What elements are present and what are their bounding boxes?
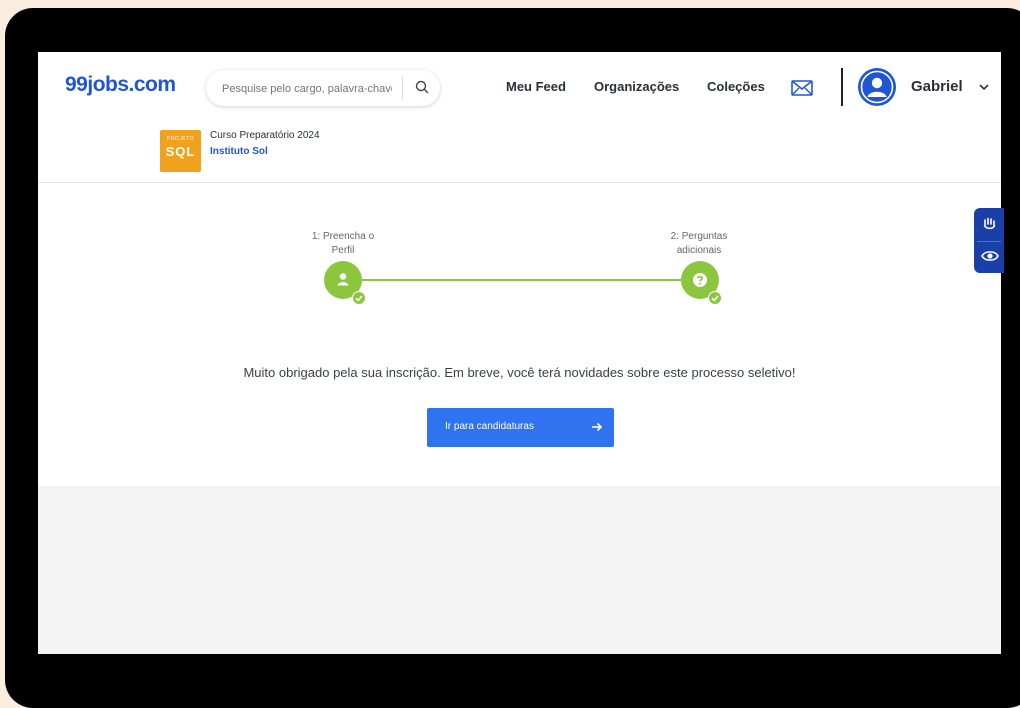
header-divider (841, 68, 843, 106)
step-2-check-icon (708, 291, 722, 305)
step-2-label-line1: 2: Perguntas (670, 231, 728, 242)
search-icon[interactable] (414, 79, 430, 95)
confirmation-message: Muito obrigado pela sua inscrição. Em br… (243, 365, 796, 380)
go-to-applications-button[interactable]: Ir para candidaturas (427, 408, 614, 447)
search-divider (402, 76, 403, 100)
arrow-right-icon (592, 422, 603, 432)
step-2-label: 2: Perguntas adicionais (654, 230, 744, 258)
browser-viewport: 99jobs.com Meu Feed Organizações Coleçõe… (38, 52, 1001, 654)
course-title: Curso Preparatório 2024 (210, 130, 320, 141)
accessibility-divider (977, 241, 1001, 242)
step-1-label-line2: Perfil (331, 245, 355, 256)
nav-colecoes[interactable]: Coleções (707, 79, 765, 94)
accessibility-widget[interactable] (974, 208, 1004, 273)
step-1-check-icon (352, 291, 366, 305)
go-to-applications-label: Ir para candidaturas (445, 421, 534, 432)
question-icon (693, 273, 707, 287)
user-name[interactable]: Gabriel (911, 78, 963, 95)
top-header: 99jobs.com Meu Feed Organizações Coleçõe… (38, 52, 1001, 183)
course-logo-small-text: PROJETO (166, 136, 195, 142)
search-input[interactable] (220, 79, 394, 99)
eye-icon[interactable] (981, 249, 999, 263)
search-box[interactable] (206, 70, 440, 106)
sign-language-icon[interactable] (982, 216, 998, 232)
course-logo-text: SQL (165, 144, 196, 159)
course-logo: PROJETO SQL (160, 130, 201, 172)
chevron-down-icon[interactable] (978, 82, 990, 92)
nav-meu-feed[interactable]: Meu Feed (506, 79, 566, 94)
step-1-label-line1: 1: Preencha o (311, 231, 375, 242)
step-2-label-line2: adicionais (676, 245, 722, 256)
nav-organizacoes[interactable]: Organizações (594, 79, 679, 94)
confirmation-panel: 1: Preencha o Perfil 2: Perguntas adicio… (38, 183, 1001, 486)
course-organization-link[interactable]: Instituto Sol (210, 146, 268, 157)
avatar[interactable] (858, 68, 896, 106)
site-logo[interactable]: 99jobs.com (65, 73, 176, 97)
step-1-label: 1: Preencha o Perfil (298, 230, 388, 258)
user-icon (337, 273, 349, 286)
mail-icon[interactable] (791, 79, 813, 97)
progress-connector (362, 279, 697, 281)
